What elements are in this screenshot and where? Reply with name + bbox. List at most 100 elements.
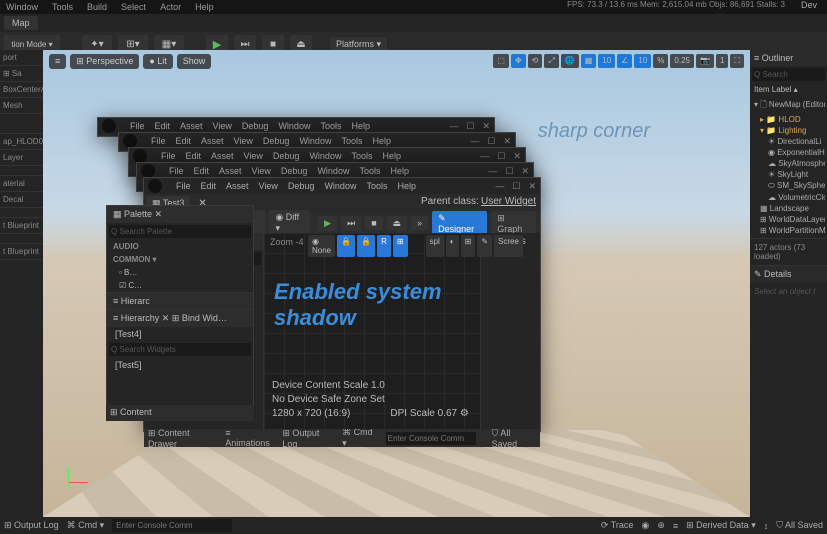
- palette-item[interactable]: ▫ B…: [107, 266, 253, 279]
- animations-button[interactable]: ≡ Animations: [225, 428, 274, 448]
- outliner-item[interactable]: ▦ Landscape: [752, 203, 825, 214]
- menu-select[interactable]: Select: [121, 2, 146, 12]
- play-button[interactable]: ▶: [318, 216, 337, 231]
- cmd-input[interactable]: [386, 432, 476, 445]
- outliner-item[interactable]: ☁ VolumetricClo: [752, 192, 825, 203]
- secondary-palette-window[interactable]: ▦ Palette ✕ Q Search Palette AUDIO COMMO…: [106, 205, 254, 415]
- canvas-tool[interactable]: 🔒: [357, 235, 375, 257]
- outliner-item[interactable]: ⬭ SM_SkySphe: [752, 180, 825, 192]
- device-dropdown[interactable]: ◉ None: [308, 235, 335, 257]
- snap-scale-value[interactable]: 0.25: [670, 54, 694, 68]
- close-icon[interactable]: ✕: [528, 181, 536, 192]
- parent-class-link[interactable]: User Widget: [481, 196, 536, 207]
- left-item[interactable]: t Blueprint: [0, 244, 43, 260]
- minimize-icon[interactable]: —: [449, 121, 458, 132]
- hierarchy-root[interactable]: [Test4]: [107, 327, 253, 341]
- snap-angle-button[interactable]: ∠: [617, 54, 632, 68]
- content-drawer-button[interactable]: ⊞ Content Drawer: [148, 428, 217, 449]
- revision-icon[interactable]: ↕: [764, 521, 769, 531]
- hierarchy-header[interactable]: ≡ Hierarc: [107, 292, 253, 309]
- output-log-button[interactable]: ⊞ Output Log: [282, 428, 334, 449]
- graph-tab[interactable]: ⊞ Graph: [491, 211, 536, 236]
- canvas-tool[interactable]: ◐: [446, 235, 459, 257]
- close-icon[interactable]: ✕: [521, 166, 529, 177]
- designer-canvas[interactable]: Zoom -4 ◉ None 🔒 🔒 R ⊞ spl ◐ ⊞ ✎ Scree E…: [264, 233, 480, 429]
- derived-data-dropdown[interactable]: ⊞ Derived Data ▾: [686, 520, 756, 531]
- output-log-button[interactable]: ⊞ Output Log: [4, 520, 59, 531]
- maximize-icon[interactable]: ☐: [512, 181, 520, 192]
- fill-dropdown[interactable]: Scree: [494, 235, 523, 257]
- cmd-dropdown[interactable]: ⌘ Cmd ▾: [67, 520, 105, 531]
- expand-icon[interactable]: »: [411, 216, 428, 230]
- close-icon[interactable]: ✕: [513, 151, 521, 162]
- all-saved-button[interactable]: ⛉ All Saved: [492, 428, 536, 449]
- outliner-item[interactable]: ⊞ WorldDataLayer: [752, 214, 825, 225]
- outliner-column-header[interactable]: Item Label ▴: [750, 83, 827, 96]
- vp-menu-icon[interactable]: ≡: [49, 54, 66, 69]
- all-saved-button[interactable]: ⛉ All Saved: [776, 520, 823, 531]
- close-icon[interactable]: ✕: [503, 136, 511, 147]
- cmd-input[interactable]: [112, 519, 232, 532]
- minimize-icon[interactable]: —: [495, 181, 504, 192]
- menu-help[interactable]: Help: [195, 2, 214, 12]
- outliner-item[interactable]: ☀ SkyLight: [752, 169, 825, 180]
- status-icon[interactable]: ≡: [673, 521, 678, 531]
- canvas-tool[interactable]: R: [377, 235, 391, 257]
- map-tab[interactable]: Map: [4, 16, 38, 30]
- details-header[interactable]: ✎ Details: [750, 265, 827, 283]
- outliner-item[interactable]: ⊞ WorldPartitionM: [752, 225, 825, 236]
- transform-move-icon[interactable]: ✥: [511, 54, 526, 68]
- palette-search[interactable]: Q Search Palette: [109, 225, 251, 238]
- trace-button[interactable]: ⟳ Trace: [601, 520, 634, 531]
- outliner-tree[interactable]: ▾ 🗋 NewMap (Editor)▸ 📁 HLOD▾ 📁 Lighting☀…: [750, 96, 827, 238]
- canvas-tool[interactable]: spl: [426, 235, 444, 257]
- canvas-tool[interactable]: ⊞: [393, 235, 408, 257]
- hierarchy-root[interactable]: [Test5]: [107, 358, 253, 372]
- transform-select-icon[interactable]: ⬚: [493, 54, 509, 68]
- coord-space-icon[interactable]: 🌐: [561, 54, 579, 68]
- maximize-icon[interactable]: ☐: [487, 136, 495, 147]
- skip-button[interactable]: ⏭: [341, 216, 361, 231]
- designer-tab[interactable]: ✎ Designer: [432, 211, 487, 236]
- maximize-icon[interactable]: ☐: [505, 166, 513, 177]
- outliner-item[interactable]: ▸ 📁 HLOD: [752, 114, 825, 125]
- hierarchy-tab[interactable]: ≡ Hierarchy ✕ ⊞ Bind Wid…: [107, 309, 253, 327]
- camera-speed-button[interactable]: 📷: [696, 54, 714, 68]
- left-item[interactable]: t Blueprint: [0, 218, 43, 234]
- menu-actor[interactable]: Actor: [160, 2, 181, 12]
- outliner-item[interactable]: ▾ 📁 Lighting: [752, 125, 825, 136]
- menu-build[interactable]: Build: [87, 2, 107, 12]
- canvas-tool[interactable]: ⊞: [461, 235, 476, 257]
- menu-window[interactable]: Window: [6, 2, 38, 12]
- left-item[interactable]: ⊞ Sa: [0, 66, 43, 82]
- snap-grid-value[interactable]: 10: [598, 54, 615, 68]
- transform-rotate-icon[interactable]: ⟲: [528, 54, 543, 68]
- perspective-dropdown[interactable]: ⊞ Perspective: [70, 54, 139, 69]
- palette-category[interactable]: AUDIO: [107, 240, 253, 253]
- minimize-icon[interactable]: —: [470, 136, 479, 147]
- hierarchy-search[interactable]: Q Search Widgets: [109, 343, 251, 356]
- lit-dropdown[interactable]: ● Lit: [143, 54, 172, 69]
- maximize-icon[interactable]: ☐: [466, 121, 474, 132]
- maximize-icon[interactable]: ⛶: [730, 54, 744, 68]
- palette-tab[interactable]: ▦ Palette ✕: [107, 206, 253, 223]
- maximize-icon[interactable]: ☐: [497, 151, 505, 162]
- left-item[interactable]: port: [0, 50, 43, 66]
- status-icon[interactable]: ⊕: [657, 520, 665, 531]
- status-icon[interactable]: ◉: [641, 520, 649, 531]
- axis-gizmo[interactable]: [63, 467, 93, 497]
- outliner-header[interactable]: ≡ Outliner: [750, 50, 827, 66]
- palette-category[interactable]: COMMON ▾: [107, 253, 253, 266]
- dpi-settings-button[interactable]: DPI Scale 0.67 ⚙: [390, 407, 468, 421]
- cmd-dropdown[interactable]: ⌘ Cmd ▾: [342, 427, 378, 449]
- outliner-search[interactable]: Q Search: [752, 68, 825, 81]
- canvas-tool[interactable]: 🔒: [337, 235, 355, 257]
- outliner-item[interactable]: ☀ DirectionalLi: [752, 136, 825, 147]
- content-button[interactable]: ⊞ Content: [106, 405, 254, 421]
- snap-angle-value[interactable]: 10: [634, 54, 651, 68]
- snap-scale-button[interactable]: %: [653, 54, 668, 68]
- canvas-tool[interactable]: ✎: [477, 235, 492, 257]
- transform-scale-icon[interactable]: ⤢: [544, 54, 558, 68]
- outliner-item[interactable]: ▾ 🗋 NewMap (Editor): [752, 98, 825, 114]
- close-icon[interactable]: ✕: [482, 121, 490, 132]
